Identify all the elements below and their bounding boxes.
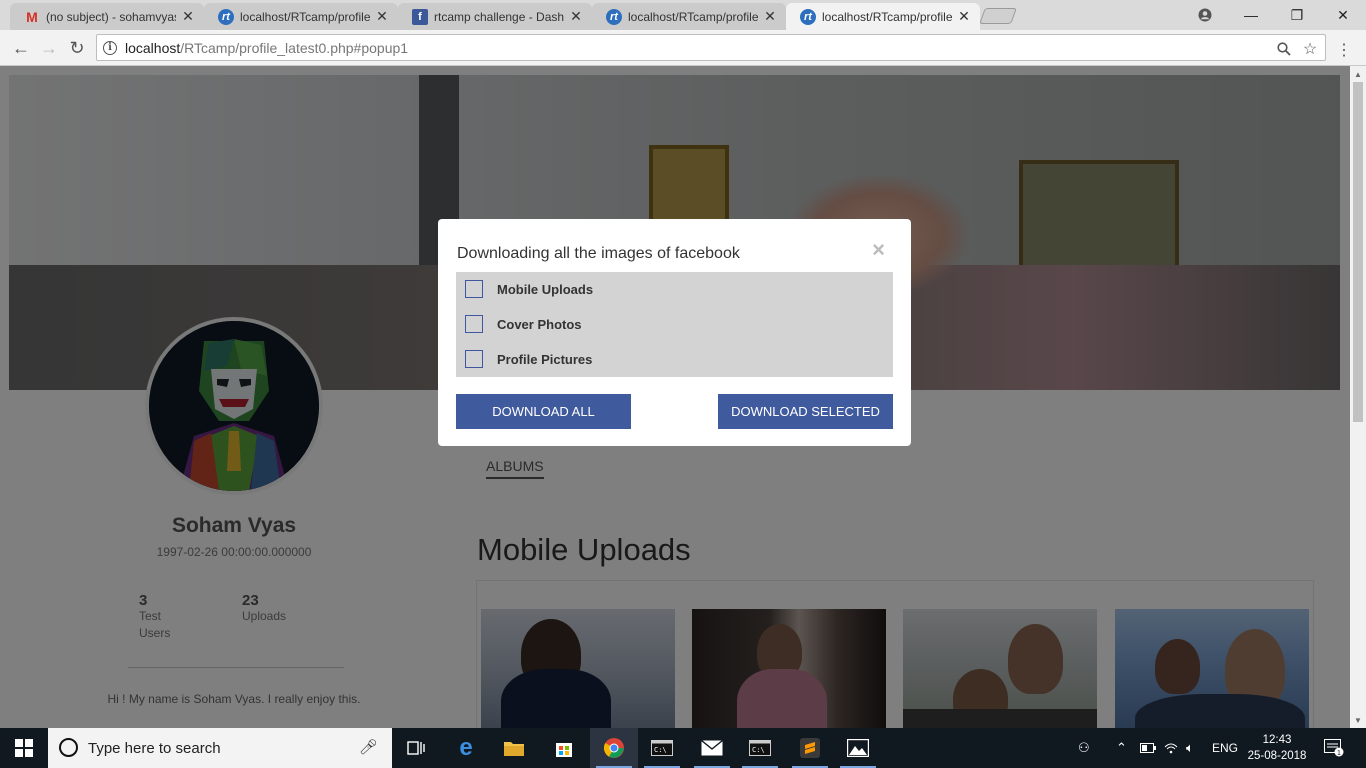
battery-icon[interactable] — [1140, 728, 1156, 768]
people-icon[interactable]: ⚇ — [1078, 728, 1090, 768]
zoom-icon[interactable] — [1273, 35, 1295, 62]
download-modal: Downloading all the images of facebook ×… — [438, 219, 911, 446]
option-label: Cover Photos — [497, 316, 582, 332]
reload-icon[interactable]: ↻ — [64, 35, 90, 61]
file-explorer-icon[interactable] — [490, 728, 538, 768]
album-options-list: Mobile Uploads Cover Photos Profile Pict… — [456, 272, 893, 377]
scroll-up-arrow-icon[interactable]: ▲ — [1350, 66, 1366, 82]
forward-arrow-icon[interactable]: → — [36, 35, 62, 61]
checkbox[interactable] — [465, 315, 483, 333]
bookmark-star-icon[interactable]: ☆ — [1299, 35, 1321, 62]
option-mobile-uploads[interactable]: Mobile Uploads — [465, 279, 593, 299]
cortana-icon — [59, 738, 78, 757]
checkbox[interactable] — [465, 350, 483, 368]
gmail-icon: M — [26, 8, 38, 25]
tab-localhost-profile-active[interactable]: rt localhost/RTcamp/profile ✕ — [786, 3, 980, 30]
close-icon[interactable]: × — [872, 237, 885, 263]
browser-toolbar: ← → ↻ i localhost /RTcamp/profile_latest… — [0, 30, 1366, 66]
sublime-text-icon[interactable] — [786, 728, 834, 768]
clock-date: 25-08-2018 — [1247, 750, 1307, 762]
rtcamp-icon: rt — [800, 8, 816, 25]
close-window-button[interactable]: ✕ — [1320, 0, 1366, 30]
profile-icon[interactable] — [1182, 0, 1228, 30]
chrome-icon[interactable] — [590, 728, 638, 768]
store-icon[interactable] — [540, 728, 588, 768]
edge-browser-icon[interactable]: e — [442, 728, 490, 768]
tab-title: (no subject) - sohamvyas — [46, 9, 176, 24]
checkbox[interactable] — [465, 280, 483, 298]
minimize-button[interactable]: — — [1228, 0, 1274, 30]
microphone-icon[interactable]: 🎤︎ — [359, 738, 378, 756]
option-label: Profile Pictures — [497, 351, 593, 367]
tab-title: localhost/RTcamp/profile — [628, 9, 758, 24]
rtcamp-icon: rt — [606, 8, 622, 25]
close-icon[interactable]: ✕ — [568, 8, 584, 25]
address-bar[interactable]: i localhost /RTcamp/profile_latest0.php#… — [96, 34, 1326, 61]
tab-title: rtcamp challenge - Dashb — [434, 9, 564, 24]
svg-text:C:\: C:\ — [654, 746, 667, 754]
command-prompt-icon[interactable]: C:\ — [638, 728, 686, 768]
url-host: localhost — [125, 39, 181, 56]
option-profile-pictures[interactable]: Profile Pictures — [465, 349, 592, 369]
tab-title: localhost/RTcamp/profile — [240, 9, 370, 24]
scrollbar-thumb[interactable] — [1353, 82, 1363, 422]
action-center-icon[interactable]: 1 — [1324, 728, 1344, 768]
taskbar-search-input[interactable]: Type here to search 🎤︎ — [48, 728, 392, 768]
taskbar-clock[interactable]: 12:43 25-08-2018 — [1242, 732, 1312, 764]
notification-count: 1 — [1337, 750, 1341, 757]
volume-icon[interactable]: 🔈︎ — [1186, 728, 1194, 768]
close-icon[interactable]: ✕ — [956, 8, 972, 25]
option-label: Mobile Uploads — [497, 281, 594, 297]
tab-title: localhost/RTcamp/profile — [822, 9, 952, 24]
tab-localhost-profile[interactable]: rt localhost/RTcamp/profile ✕ — [204, 3, 398, 30]
command-prompt-icon[interactable]: C:\ — [736, 728, 784, 768]
download-all-button[interactable]: DOWNLOAD ALL — [456, 394, 631, 429]
page-scrollbar[interactable]: ▲ ▼ — [1350, 66, 1366, 728]
tab-gmail[interactable]: M (no subject) - sohamvyas ✕ — [10, 3, 204, 30]
url-path: /RTcamp/profile_latest0.php#popup1 — [180, 39, 409, 56]
photos-icon[interactable] — [834, 728, 882, 768]
tab-localhost-profile[interactable]: rt localhost/RTcamp/profile ✕ — [592, 3, 786, 30]
close-icon[interactable]: ✕ — [762, 8, 778, 25]
maximize-button[interactable]: ❐ — [1274, 0, 1320, 30]
facebook-icon: f — [412, 8, 428, 25]
search-placeholder: Type here to search — [88, 739, 221, 757]
scroll-down-arrow-icon[interactable]: ▼ — [1350, 712, 1366, 728]
wifi-icon[interactable] — [1164, 728, 1178, 768]
tab-facebook-dashboard[interactable]: f rtcamp challenge - Dashb ✕ — [398, 3, 592, 30]
modal-title: Downloading all the images of facebook — [457, 245, 740, 262]
show-hidden-icons-chevron-up-icon[interactable]: ⌃ — [1116, 728, 1127, 768]
menu-kebab-icon[interactable]: ⋮ — [1336, 40, 1352, 60]
back-arrow-icon[interactable]: ← — [8, 35, 34, 61]
windows-taskbar: Type here to search 🎤︎ e C:\ C:\ ⚇ ⌃ 🔈︎ … — [0, 728, 1366, 768]
new-tab-button[interactable] — [979, 8, 1017, 24]
clock-time: 12:43 — [1262, 734, 1292, 746]
browser-tab-bar: M (no subject) - sohamvyas ✕ rt localhos… — [0, 0, 1366, 30]
mail-icon[interactable] — [688, 728, 736, 768]
download-selected-button[interactable]: DOWNLOAD SELECTED — [718, 394, 893, 429]
task-view-icon[interactable] — [392, 728, 440, 768]
info-icon[interactable]: i — [103, 40, 117, 55]
close-icon[interactable]: ✕ — [374, 8, 390, 25]
rtcamp-icon: rt — [218, 8, 234, 25]
option-cover-photos[interactable]: Cover Photos — [465, 314, 582, 334]
input-language[interactable]: ENG — [1212, 728, 1238, 768]
close-icon[interactable]: ✕ — [180, 8, 196, 25]
windows-start-icon[interactable] — [0, 728, 48, 768]
svg-text:C:\: C:\ — [752, 746, 765, 754]
